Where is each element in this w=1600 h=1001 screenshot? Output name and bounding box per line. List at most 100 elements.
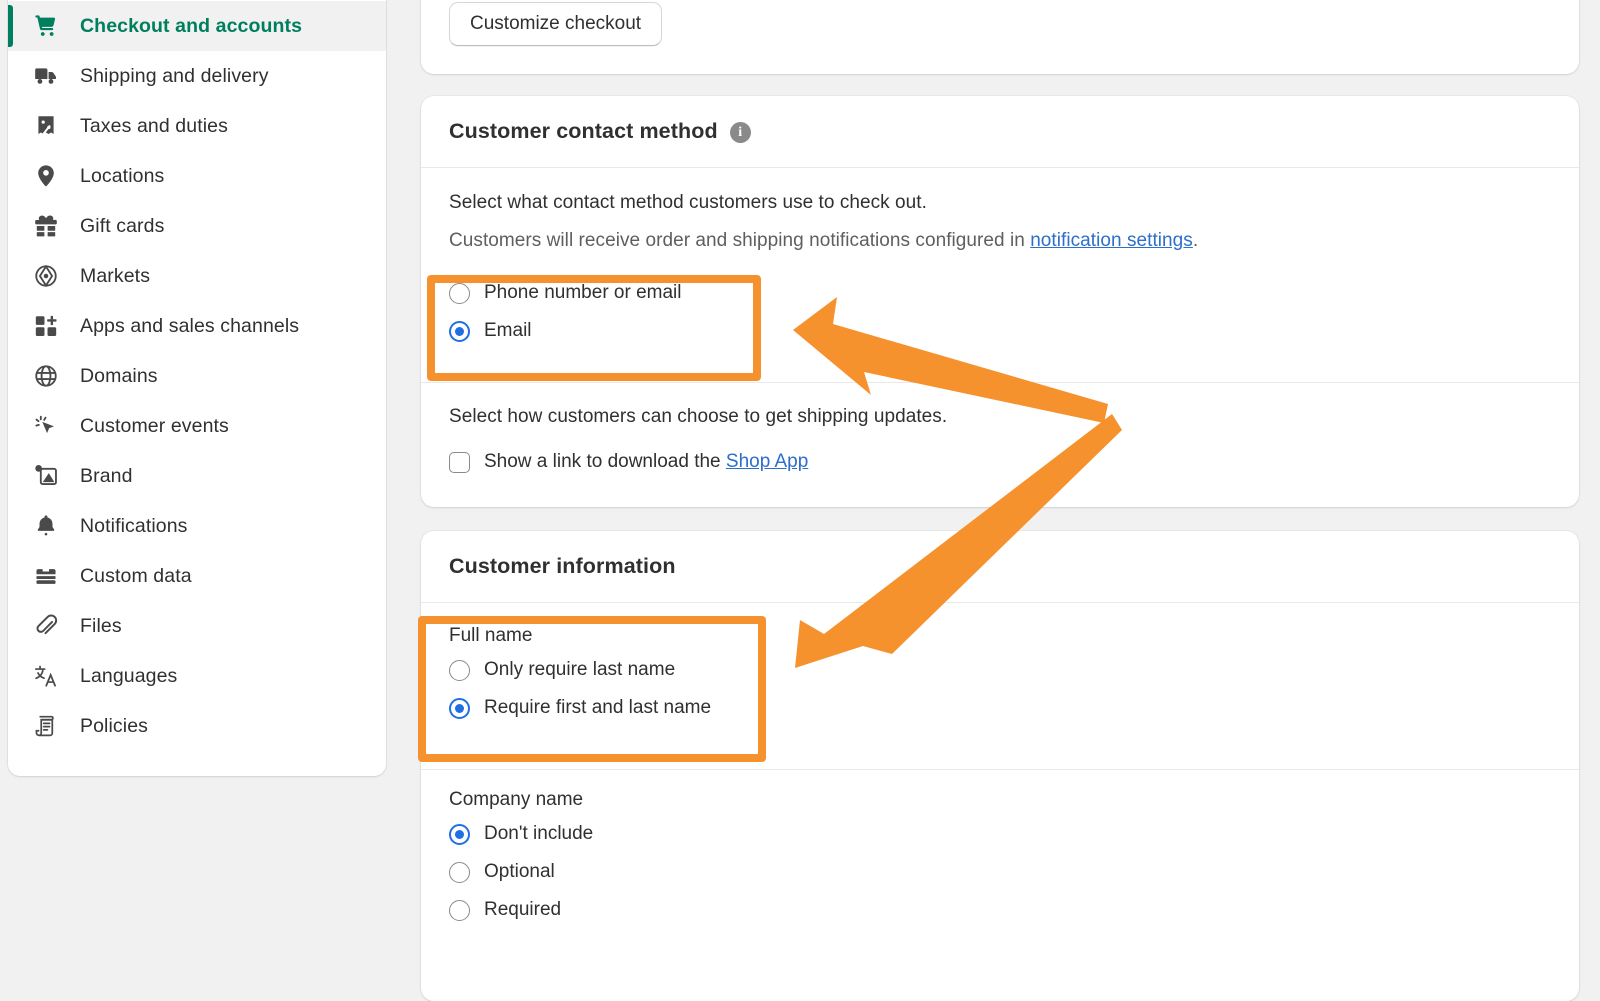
brand-image-icon	[32, 462, 60, 490]
radio-icon[interactable]	[449, 659, 470, 681]
map-pin-icon	[32, 162, 60, 190]
customer-information-header: Customer information	[421, 531, 1579, 602]
section-divider	[421, 769, 1579, 770]
radio-option-optional[interactable]: Optional	[449, 853, 1551, 891]
settings-page: Checkout and accounts Shipping and deliv…	[0, 0, 1600, 1001]
radio-option-dont-include[interactable]: Don't include	[449, 815, 1551, 853]
sidebar-item-languages[interactable]: Languages	[8, 651, 386, 701]
sidebar-item-label: Locations	[80, 164, 165, 187]
radio-icon-selected[interactable]	[449, 823, 470, 845]
database-icon	[32, 562, 60, 590]
radio-option-require-first-and-last-name[interactable]: Require first and last name	[449, 689, 1551, 727]
shop-app-link[interactable]: Shop App	[726, 451, 808, 472]
company-name-block: Company name Don't include Optional Requ…	[449, 789, 1551, 929]
gift-icon	[32, 212, 60, 240]
contact-method-radio-group: Phone number or email Email	[449, 274, 1551, 350]
sidebar-item-customer-events[interactable]: Customer events	[8, 401, 386, 451]
radio-option-label: Email	[484, 320, 532, 341]
checkout-customization-card: Customize checkout	[421, 0, 1579, 74]
tax-receipt-icon	[32, 112, 60, 140]
sidebar-item-label: Apps and sales channels	[80, 314, 300, 337]
radio-icon-selected[interactable]	[449, 320, 470, 342]
sidebar-item-label: Gift cards	[80, 214, 165, 237]
sidebar-item-label: Custom data	[80, 564, 192, 587]
settings-main-content: Customize checkout Customer contact meth…	[421, 0, 1600, 1001]
shopping-cart-icon	[32, 12, 60, 40]
sidebar-item-label: Shipping and delivery	[80, 64, 269, 87]
company-name-label: Company name	[449, 789, 584, 810]
radio-option-only-require-last-name[interactable]: Only require last name	[449, 651, 1551, 689]
shipping-updates-description: Select how customers can choose to get s…	[449, 406, 948, 427]
sidebar-item-label: Checkout and accounts	[80, 14, 303, 37]
sidebar-item-label: Notifications	[80, 514, 188, 537]
customer-contact-method-body: Select what contact method customers use…	[421, 168, 1579, 350]
notification-settings-link[interactable]: notification settings	[1030, 230, 1193, 251]
sidebar-item-label: Languages	[80, 664, 178, 687]
checkbox-option-label: Show a link to download the Shop App	[484, 451, 808, 473]
sidebar-item-taxes-and-duties[interactable]: Taxes and duties	[8, 101, 386, 151]
radio-option-label: Required	[484, 899, 562, 920]
sidebar-nav-list: Checkout and accounts Shipping and deliv…	[8, 1, 386, 751]
page-section-title: Customer information	[449, 554, 676, 578]
sidebar-item-notifications[interactable]: Notifications	[8, 501, 386, 551]
sidebar-item-label: Domains	[80, 364, 158, 387]
company-name-radio-group: Don't include Optional Required	[449, 815, 1551, 929]
sidebar-item-custom-data[interactable]: Custom data	[8, 551, 386, 601]
apps-grid-plus-icon	[32, 312, 60, 340]
sidebar-item-locations[interactable]: Locations	[8, 151, 386, 201]
customer-information-card: Customer information Full name Only requ…	[421, 531, 1579, 1001]
full-name-label: Full name	[449, 625, 533, 646]
sidebar-item-label: Customer events	[80, 414, 229, 437]
bell-icon	[32, 512, 60, 540]
radio-icon-selected[interactable]	[449, 697, 470, 719]
cursor-click-icon	[32, 412, 60, 440]
notification-settings-notice: Customers will receive order and shippin…	[449, 230, 1551, 252]
sidebar-item-shipping-and-delivery[interactable]: Shipping and delivery	[8, 51, 386, 101]
customize-checkout-button[interactable]: Customize checkout	[449, 2, 663, 46]
sidebar-item-checkout-and-accounts[interactable]: Checkout and accounts	[8, 1, 386, 51]
sidebar-item-label: Files	[80, 614, 122, 637]
delivery-truck-icon	[32, 62, 60, 90]
radio-icon[interactable]	[449, 282, 470, 304]
radio-option-label: Phone number or email	[484, 282, 682, 303]
radio-option-label: Require first and last name	[484, 697, 712, 718]
radio-option-label: Don't include	[484, 823, 594, 844]
sidebar-item-gift-cards[interactable]: Gift cards	[8, 201, 386, 251]
customer-contact-method-card: Customer contact method i Select what co…	[421, 96, 1579, 507]
radio-icon[interactable]	[449, 899, 470, 921]
sidebar-item-label: Markets	[80, 264, 151, 287]
section-divider	[421, 382, 1579, 383]
sidebar-item-markets[interactable]: Markets	[8, 251, 386, 301]
sidebar-item-policies[interactable]: Policies	[8, 701, 386, 751]
page-section-title: Customer contact method	[449, 119, 718, 143]
radio-option-phone-number-or-email[interactable]: Phone number or email	[449, 274, 1551, 312]
full-name-block: Full name Only require last name Require…	[421, 603, 1579, 727]
sidebar-item-label: Brand	[80, 464, 133, 487]
settings-sidebar: Checkout and accounts Shipping and deliv…	[8, 0, 386, 776]
radio-option-email[interactable]: Email	[449, 312, 1551, 350]
customer-contact-method-header: Customer contact method i	[421, 96, 1579, 167]
sidebar-item-apps-and-sales-channels[interactable]: Apps and sales channels	[8, 301, 386, 351]
info-icon[interactable]: i	[729, 122, 751, 143]
paperclip-icon	[32, 612, 60, 640]
radio-icon[interactable]	[449, 861, 470, 883]
sidebar-item-domains[interactable]: Domains	[8, 351, 386, 401]
sidebar-item-label: Taxes and duties	[80, 114, 228, 137]
notice-suffix-text: .	[1192, 230, 1199, 251]
checkbox-option-show-shop-app-link[interactable]: Show a link to download the Shop App	[449, 443, 1551, 481]
radio-option-required[interactable]: Required	[449, 891, 1551, 929]
radio-option-label: Optional	[484, 861, 555, 882]
globe-icon	[32, 362, 60, 390]
shipping-updates-block: Select how customers can choose to get s…	[449, 406, 1551, 481]
shop-app-prefix-text: Show a link to download the	[484, 451, 726, 472]
sidebar-item-label: Policies	[80, 714, 148, 737]
sidebar-item-brand[interactable]: Brand	[8, 451, 386, 501]
radio-option-label: Only require last name	[484, 659, 676, 680]
globe-compass-icon	[32, 262, 60, 290]
contact-method-description: Select what contact method customers use…	[449, 192, 927, 213]
notice-prefix-text: Customers will receive order and shippin…	[449, 230, 1031, 251]
sidebar-item-files[interactable]: Files	[8, 601, 386, 651]
full-name-radio-group: Only require last name Require first and…	[449, 651, 1551, 727]
scroll-document-icon	[32, 712, 60, 740]
checkbox-icon[interactable]	[449, 451, 470, 473]
